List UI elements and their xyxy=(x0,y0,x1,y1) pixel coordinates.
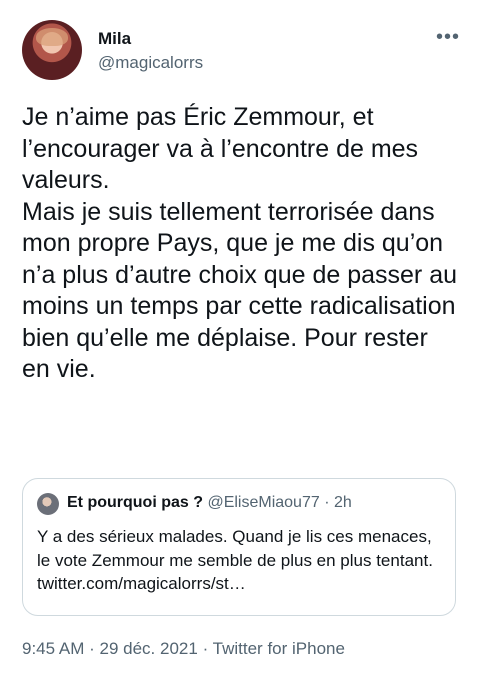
meta-separator: · xyxy=(89,639,95,658)
tweet-time[interactable]: 9:45 AM xyxy=(22,639,84,658)
author-avatar[interactable] xyxy=(22,20,82,80)
author-handle[interactable]: @magicalorrs xyxy=(98,53,203,73)
tweet-meta: 9:45 AM · 29 déc. 2021 · Twitter for iPh… xyxy=(22,639,345,659)
quoted-time: 2h xyxy=(333,494,352,511)
tweet-paragraph: Mais je suis tellement terrorisée dans m… xyxy=(22,197,458,384)
quoted-author-name: Et pourquoi pas ? xyxy=(67,494,203,511)
quoted-tweet[interactable]: Et pourquoi pas ? @EliseMiaou77 · 2h Y a… xyxy=(22,478,456,616)
quoted-author-handle: @EliseMiaou77 xyxy=(207,494,320,511)
quoted-avatar xyxy=(37,493,59,515)
author-name[interactable]: Mila xyxy=(98,29,131,49)
meta-separator: · xyxy=(202,639,209,658)
tweet: Mila @magicalorrs ••• Je n’aime pas Éric… xyxy=(0,0,480,680)
tweet-header: Mila @magicalorrs ••• xyxy=(22,20,462,82)
quoted-header: Et pourquoi pas ? @EliseMiaou77 · 2h xyxy=(67,494,352,512)
tweet-source[interactable]: Twitter for iPhone xyxy=(213,639,345,658)
tweet-text: Je n’aime pas Éric Zemmour, et l’encoura… xyxy=(22,102,462,386)
tweet-paragraph: Je n’aime pas Éric Zemmour, et l’encoura… xyxy=(22,103,419,194)
more-horizontal-icon[interactable]: ••• xyxy=(436,26,460,49)
tweet-date[interactable]: 29 déc. 2021 xyxy=(100,639,198,658)
quoted-separator: · xyxy=(324,494,330,511)
quoted-text: Y a des sérieux malades. Quand je lis ce… xyxy=(37,527,433,593)
